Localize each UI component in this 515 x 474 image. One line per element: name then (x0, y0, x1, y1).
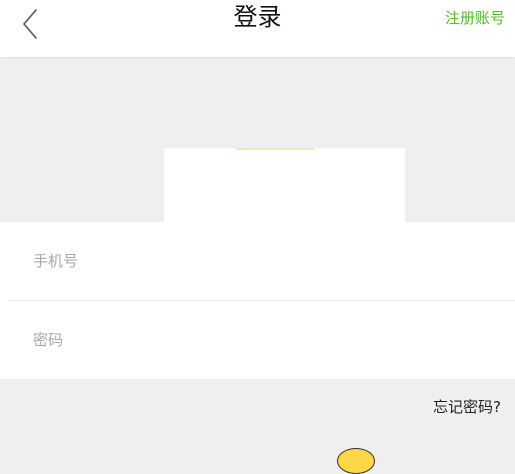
page-title: 登录 (233, 3, 282, 31)
password-field (0, 301, 515, 379)
phone-field (0, 222, 515, 301)
login-form (0, 222, 515, 379)
banner (0, 58, 515, 222)
password-input[interactable] (33, 301, 503, 379)
mascot-icon (337, 448, 375, 474)
phone-input[interactable] (33, 222, 503, 300)
nav-bar: 登录 注册账号 (0, 0, 515, 57)
banner-image (164, 148, 405, 222)
register-link[interactable]: 注册账号 (445, 9, 505, 27)
forgot-password-link[interactable]: 忘记密码? (433, 397, 501, 417)
banner-decoration (236, 148, 314, 150)
